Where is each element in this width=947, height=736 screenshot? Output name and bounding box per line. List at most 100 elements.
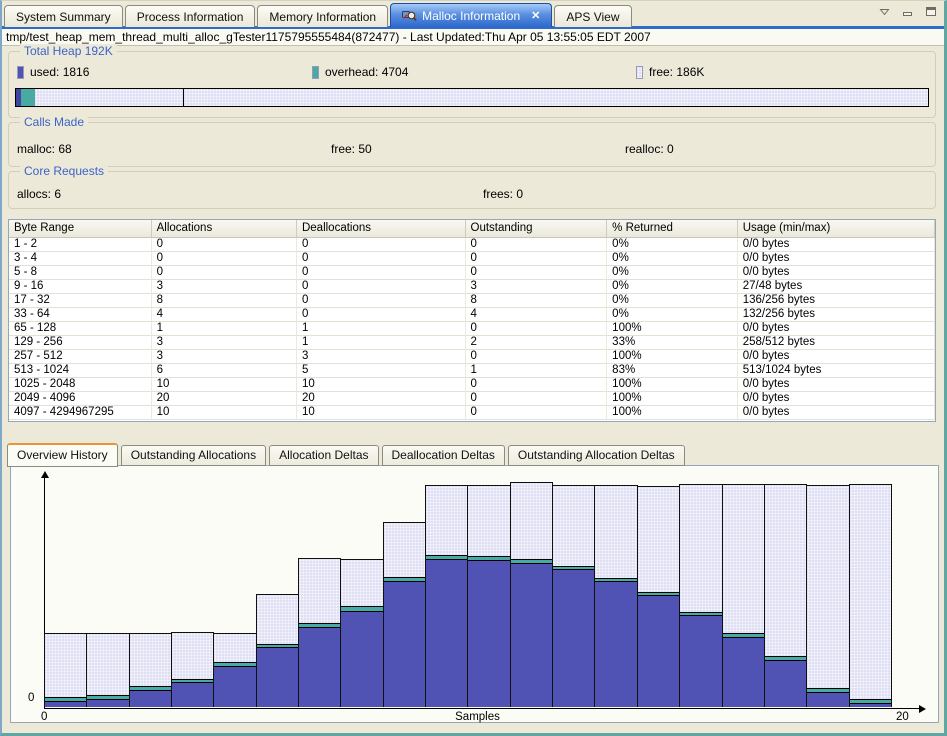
bar-used-segment — [257, 648, 298, 707]
table-row[interactable]: 5 - 80000%0/0 bytes — [9, 266, 935, 280]
malloc-information-view-window: System Summary Process Information Memory … — [0, 0, 947, 736]
chart-bar-9 — [383, 522, 426, 707]
table-cell: 9 - 16 — [9, 280, 152, 294]
tab-system-summary[interactable]: System Summary — [4, 5, 123, 27]
chart-bar-16 — [679, 484, 722, 707]
tab-memory-information[interactable]: Memory Information — [257, 5, 388, 27]
bar-used-segment — [807, 693, 848, 707]
table-row[interactable]: 17 - 328080%136/256 bytes — [9, 294, 935, 308]
table-cell: 513 - 1024 — [9, 364, 152, 378]
maximize-button[interactable] — [924, 6, 937, 17]
table-cell: 5 — [297, 364, 466, 378]
table-cell: 0 — [297, 266, 466, 280]
view-menu-button[interactable] — [878, 6, 891, 17]
table-cell: 20 — [297, 392, 466, 406]
tab-process-information[interactable]: Process Information — [125, 5, 256, 27]
table-row[interactable]: 2049 - 409620200100%0/0 bytes — [9, 392, 935, 406]
table-row[interactable]: 3 - 40000%0/0 bytes — [9, 252, 935, 266]
malloc-count: malloc: 68 — [17, 142, 72, 156]
table-body: 1 - 20000%0/0 bytes3 - 40000%0/0 bytes5 … — [9, 238, 935, 420]
table-cell: 0 — [152, 266, 297, 280]
table-cell: 0 — [152, 238, 297, 252]
chart-bar-12 — [510, 482, 553, 707]
view-tab-bar: System Summary Process Information Memory … — [4, 2, 634, 27]
tab-outstanding-allocations[interactable]: Outstanding Allocations — [121, 445, 266, 466]
bar-free-segment — [468, 486, 509, 556]
bar-free-segment — [45, 634, 86, 697]
chart-bar-17 — [722, 484, 765, 707]
close-icon[interactable]: ✕ — [531, 9, 540, 22]
bar-free-segment — [638, 487, 679, 592]
table-cell: 0% — [607, 266, 738, 280]
bar-used-segment — [511, 564, 552, 707]
table-cell: 83% — [607, 364, 738, 378]
table-cell: 1 — [152, 322, 297, 336]
tab-deallocation-deltas[interactable]: Deallocation Deltas — [382, 445, 505, 466]
table-cell: 0 — [466, 392, 608, 406]
column-header-deallocations[interactable]: Deallocations — [297, 220, 466, 237]
table-cell: 513/1024 bytes — [738, 364, 935, 378]
view-toolbar — [878, 6, 937, 17]
chart-bar-14 — [594, 485, 637, 707]
table-cell: 0 — [466, 266, 608, 280]
legend-label: overhead: 4704 — [325, 65, 408, 79]
table-cell: 0% — [607, 294, 738, 308]
column-header-allocations[interactable]: Allocations — [152, 220, 297, 237]
table-cell: 0 — [297, 238, 466, 252]
table-cell: 100% — [607, 392, 738, 406]
table-cell: 0/0 bytes — [738, 322, 935, 336]
core-requests-title: Core Requests — [20, 164, 108, 178]
legend-item-used: used: 1816 — [17, 65, 89, 79]
table-row[interactable]: 129 - 25631233%258/512 bytes — [9, 336, 935, 350]
tab-overview-history[interactable]: Overview History — [7, 443, 118, 467]
column-header--returned[interactable]: % Returned — [607, 220, 738, 237]
chart-bar-10 — [425, 485, 468, 707]
table-cell: 0 — [466, 322, 608, 336]
table-row[interactable]: 1025 - 204810100100%0/0 bytes — [9, 378, 935, 392]
table-row[interactable]: 9 - 163030%27/48 bytes — [9, 280, 935, 294]
table-cell: 3 — [466, 280, 608, 294]
table-row[interactable]: 257 - 512330100%0/0 bytes — [9, 350, 935, 364]
total-heap-groupbox: Total Heap 192K used: 1816overhead: 4704… — [8, 51, 936, 118]
table-cell: 0 — [466, 252, 608, 266]
tab-label: Process Information — [137, 10, 244, 24]
table-header-row: Byte RangeAllocationsDeallocationsOutsta… — [9, 220, 935, 238]
table-row[interactable]: 33 - 644040%132/256 bytes — [9, 308, 935, 322]
tab-allocation-deltas[interactable]: Allocation Deltas — [269, 445, 378, 466]
chart-bar-19 — [806, 485, 849, 707]
tab-malloc-information[interactable]: Malloc Information✕ — [390, 3, 552, 27]
minimize-icon — [903, 12, 912, 16]
column-header-byte-range[interactable]: Byte Range — [9, 220, 152, 237]
chart-bar-4 — [171, 632, 214, 707]
table-cell: 1025 - 2048 — [9, 378, 152, 392]
x-axis-arrow-icon — [919, 705, 926, 713]
column-header-outstanding[interactable]: Outstanding — [466, 220, 608, 237]
tab-outstanding-allocation-deltas[interactable]: Outstanding Allocation Deltas — [508, 445, 685, 466]
tab-aps-view[interactable]: APS View — [554, 5, 631, 27]
table-row[interactable]: 65 - 128110100%0/0 bytes — [9, 322, 935, 336]
table-cell: 132/256 bytes — [738, 308, 935, 322]
table-cell: 6 — [152, 364, 297, 378]
bar-free-segment — [680, 485, 721, 612]
legend-swatch — [17, 66, 24, 79]
table-cell: 17 - 32 — [9, 294, 152, 308]
bar-free-segment — [384, 523, 425, 577]
table-cell: 100% — [607, 350, 738, 364]
table-cell: 8 — [152, 294, 297, 308]
column-header-usage-min-max-[interactable]: Usage (min/max) — [738, 220, 935, 237]
chart-bar-18 — [764, 484, 807, 707]
bar-free-segment — [257, 595, 298, 644]
bar-used-segment — [214, 667, 255, 707]
bar-free-segment — [172, 633, 213, 679]
bar-used-segment — [765, 661, 806, 707]
bar-used-segment — [426, 560, 467, 707]
table-row[interactable]: 4097 - 429496729510100100%0/0 bytes — [9, 406, 935, 420]
table-cell: 0 — [297, 252, 466, 266]
heap-bar-divider — [183, 89, 184, 106]
bar-used-segment — [850, 704, 891, 707]
table-row[interactable]: 513 - 102465183%513/1024 bytes — [9, 364, 935, 378]
bar-used-segment — [553, 570, 594, 707]
table-row[interactable]: 1 - 20000%0/0 bytes — [9, 238, 935, 252]
bar-used-segment — [87, 700, 128, 707]
minimize-button[interactable] — [901, 6, 914, 17]
